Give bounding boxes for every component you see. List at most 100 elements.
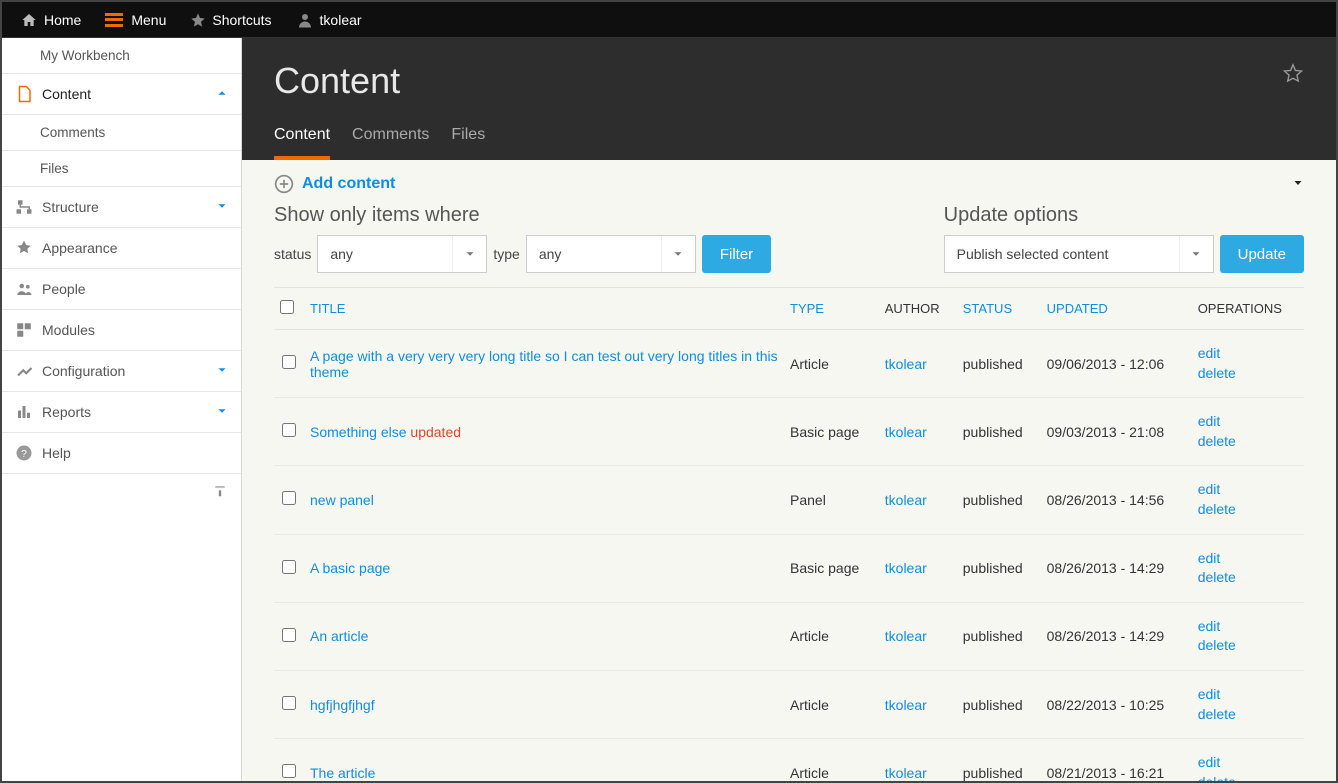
row-status: published [957, 330, 1041, 398]
row-checkbox[interactable] [282, 560, 296, 574]
row-type: Article [784, 739, 879, 781]
row-title-link[interactable]: The article [310, 765, 375, 781]
row-author-link[interactable]: tkolear [885, 697, 927, 713]
sidebar-item-comments[interactable]: Comments [2, 115, 241, 151]
sidebar: My Workbench Content Comments Files Stru… [2, 38, 242, 781]
chevron-down-icon [661, 236, 695, 272]
sidebar-item-reports[interactable]: Reports [2, 392, 241, 433]
content-icon [14, 84, 34, 104]
row-author-link[interactable]: tkolear [885, 765, 927, 781]
tab-content[interactable]: Content [274, 120, 330, 160]
user-button[interactable]: tkolear [284, 2, 374, 37]
sidebar-item-files[interactable]: Files [2, 151, 241, 187]
row-status: published [957, 739, 1041, 781]
sidebar-collapse-button[interactable] [2, 474, 241, 508]
col-author: AUTHOR [879, 288, 957, 330]
delete-link[interactable]: delete [1198, 705, 1298, 725]
sidebar-item-help[interactable]: ? Help [2, 433, 241, 474]
row-title-link[interactable]: Something else [310, 424, 407, 440]
edit-link[interactable]: edit [1198, 480, 1298, 500]
row-updated: 09/03/2013 - 21:08 [1041, 398, 1192, 466]
row-type: Article [784, 330, 879, 398]
row-checkbox[interactable] [282, 764, 296, 778]
update-action-select[interactable]: Publish selected content [944, 235, 1214, 273]
delete-link[interactable]: delete [1198, 432, 1298, 452]
delete-link[interactable]: delete [1198, 773, 1298, 781]
delete-link[interactable]: delete [1198, 500, 1298, 520]
edit-link[interactable]: edit [1198, 685, 1298, 705]
chevron-down-icon [215, 363, 229, 380]
shortcuts-button[interactable]: Shortcuts [178, 2, 283, 37]
row-checkbox[interactable] [282, 491, 296, 505]
edit-link[interactable]: edit [1198, 412, 1298, 432]
tab-comments[interactable]: Comments [352, 120, 429, 160]
row-suffix: updated [410, 424, 461, 440]
update-button[interactable]: Update [1220, 235, 1304, 273]
page-header: Content Content Comments Files [242, 38, 1336, 160]
row-title-link[interactable]: hgfjhgfjhgf [310, 697, 375, 713]
filter-heading: Show only items where [274, 204, 771, 227]
sidebar-item-people[interactable]: People [2, 269, 241, 310]
select-all-checkbox[interactable] [280, 300, 294, 314]
collapse-section-button[interactable] [1292, 176, 1304, 192]
table-row: Something else updated Basic page tkolea… [274, 398, 1304, 466]
tab-files[interactable]: Files [451, 120, 485, 160]
row-status: published [957, 466, 1041, 534]
reports-icon [14, 402, 34, 422]
row-checkbox[interactable] [282, 628, 296, 642]
add-content-link[interactable]: Add content [274, 174, 395, 194]
sidebar-item-modules[interactable]: Modules [2, 310, 241, 351]
add-content-label: Add content [302, 175, 395, 193]
edit-link[interactable]: edit [1198, 549, 1298, 569]
filter-button[interactable]: Filter [702, 235, 771, 273]
menu-button[interactable]: Menu [93, 2, 178, 37]
row-status: published [957, 670, 1041, 738]
row-checkbox[interactable] [282, 423, 296, 437]
edit-link[interactable]: edit [1198, 753, 1298, 773]
chevron-down-icon [452, 236, 486, 272]
table-row: The article Article tkolear published 08… [274, 739, 1304, 781]
sidebar-item-configuration[interactable]: Configuration [2, 351, 241, 392]
appearance-icon [14, 238, 34, 258]
row-author-link[interactable]: tkolear [885, 492, 927, 508]
status-select[interactable]: any [317, 235, 487, 273]
sidebar-item-workbench[interactable]: My Workbench [2, 38, 241, 74]
row-title-link[interactable]: new panel [310, 492, 374, 508]
row-checkbox[interactable] [282, 355, 296, 369]
delete-link[interactable]: delete [1198, 568, 1298, 588]
row-title-link[interactable]: A page with a very very very long title … [310, 348, 778, 380]
type-select[interactable]: any [526, 235, 696, 273]
row-author-link[interactable]: tkolear [885, 628, 927, 644]
sidebar-item-structure[interactable]: Structure [2, 187, 241, 228]
edit-link[interactable]: edit [1198, 617, 1298, 637]
row-updated: 08/22/2013 - 10:25 [1041, 670, 1192, 738]
col-type[interactable]: TYPE [784, 288, 879, 330]
delete-link[interactable]: delete [1198, 636, 1298, 656]
favorite-button[interactable] [1282, 62, 1304, 84]
page-title: Content [274, 60, 1304, 102]
update-heading: Update options [944, 204, 1304, 227]
row-author-link[interactable]: tkolear [885, 356, 927, 372]
table-row: A basic page Basic page tkolear publishe… [274, 534, 1304, 602]
row-author-link[interactable]: tkolear [885, 560, 927, 576]
sidebar-item-content[interactable]: Content [2, 74, 241, 115]
type-label: type [493, 246, 519, 262]
col-updated[interactable]: UPDATED [1041, 288, 1192, 330]
col-status[interactable]: STATUS [957, 288, 1041, 330]
table-row: An article Article tkolear published 08/… [274, 602, 1304, 670]
row-checkbox[interactable] [282, 696, 296, 710]
delete-link[interactable]: delete [1198, 364, 1298, 384]
sidebar-item-label: Reports [42, 404, 91, 420]
row-title-link[interactable]: An article [310, 628, 368, 644]
caret-down-icon [1292, 177, 1304, 189]
home-button[interactable]: Home [8, 2, 93, 37]
plus-circle-icon [274, 174, 294, 194]
edit-link[interactable]: edit [1198, 344, 1298, 364]
top-toolbar: Home Menu Shortcuts tkolear [2, 2, 1336, 38]
row-type: Article [784, 602, 879, 670]
sidebar-item-appearance[interactable]: Appearance [2, 228, 241, 269]
row-title-link[interactable]: A basic page [310, 560, 390, 576]
structure-icon [14, 197, 34, 217]
col-title[interactable]: TITLE [304, 288, 784, 330]
row-author-link[interactable]: tkolear [885, 424, 927, 440]
